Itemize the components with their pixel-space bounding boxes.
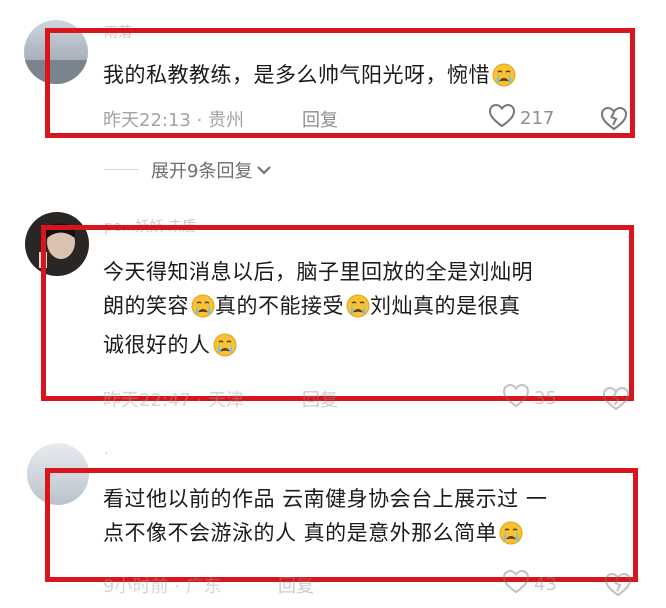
expand-replies-button[interactable]: 展开9条回复	[151, 157, 272, 183]
dot-separator: ·	[174, 576, 186, 597]
text-segment: 朗的笑容	[103, 294, 189, 318]
crying-face-emoji	[346, 294, 370, 328]
comment-line: 点不像不会游泳的人 真的是意外那么简单	[103, 516, 547, 555]
comment-text: 看过他以前的作品 云南健身协会台上展示过 一 点不像不会游泳的人 真的是意外那么…	[103, 482, 547, 555]
location: 广东	[185, 576, 222, 597]
timestamp: 昨天22:13	[103, 110, 191, 131]
comment-line: 朗的笑容 真的不能接受 刘灿真的是很真	[103, 289, 533, 328]
crying-face-emoji	[492, 63, 516, 97]
location: 天津	[208, 390, 245, 411]
text-segment: 刘灿真的是很真	[370, 294, 521, 318]
crying-face-emoji	[213, 333, 237, 367]
username[interactable]: ·	[104, 446, 108, 462]
timestamp: 昨天22:47	[103, 390, 191, 411]
like-button[interactable]: 43	[502, 569, 557, 599]
comment-text: 今天得知消息以后，脑子里回放的全是刘灿明 朗的笑容 真的不能接受 刘灿真的是很真 诚…	[103, 255, 533, 367]
dot-separator: ·	[196, 390, 209, 411]
reply-button[interactable]: 回复	[302, 386, 338, 412]
crying-face-emoji	[191, 294, 215, 328]
like-button[interactable]: 217	[488, 103, 555, 133]
comment-meta: 昨天22:47 · 天津	[103, 386, 244, 412]
reply-button[interactable]: 回复	[302, 106, 338, 132]
heart-outline-icon	[488, 103, 516, 133]
expand-replies-label: 展开9条回复	[151, 161, 253, 182]
like-count: 217	[520, 107, 555, 129]
comment-line: 我的私教教练，是多么帅气阳光呀，惋惜	[103, 63, 490, 87]
heart-outline-icon	[502, 383, 530, 413]
dot-separator: ·	[196, 110, 209, 131]
comment-meta: 昨天22:13 · 贵州	[103, 106, 244, 132]
divider-line	[104, 169, 138, 170]
heart-outline-icon	[502, 569, 530, 599]
text-segment: 点不像不会游泳的人 真的是意外那么简单	[103, 521, 498, 545]
dislike-broken-heart-icon	[604, 572, 632, 602]
timestamp: 9小时前	[103, 576, 169, 597]
dislike-broken-heart-icon	[600, 106, 628, 136]
dislike-broken-heart-icon	[602, 386, 630, 416]
dislike-button[interactable]	[600, 106, 628, 136]
comment-text: 我的私教教练，是多么帅气阳光呀，惋惜	[103, 58, 516, 97]
dislike-button[interactable]	[604, 572, 632, 602]
comment-line: 诚很好的人	[103, 328, 533, 367]
chevron-down-icon	[256, 160, 272, 181]
location: 贵州	[208, 110, 245, 131]
text-segment: 诚很好的人	[103, 333, 211, 357]
dislike-button[interactable]	[602, 386, 630, 416]
like-count: 35	[534, 387, 557, 409]
like-count: 43	[534, 573, 557, 595]
comment-line: 看过他以前的作品 云南健身协会台上展示过 一	[103, 487, 548, 511]
comment-meta: 9小时前 · 广东	[103, 572, 222, 598]
reply-button[interactable]: 回复	[278, 572, 314, 598]
text-segment: 真的不能接受	[215, 294, 344, 318]
comment-line: 今天得知消息以后，脑子里回放的全是刘灿明	[103, 260, 533, 284]
crying-face-emoji	[499, 521, 523, 555]
like-button[interactable]: 35	[502, 383, 557, 413]
